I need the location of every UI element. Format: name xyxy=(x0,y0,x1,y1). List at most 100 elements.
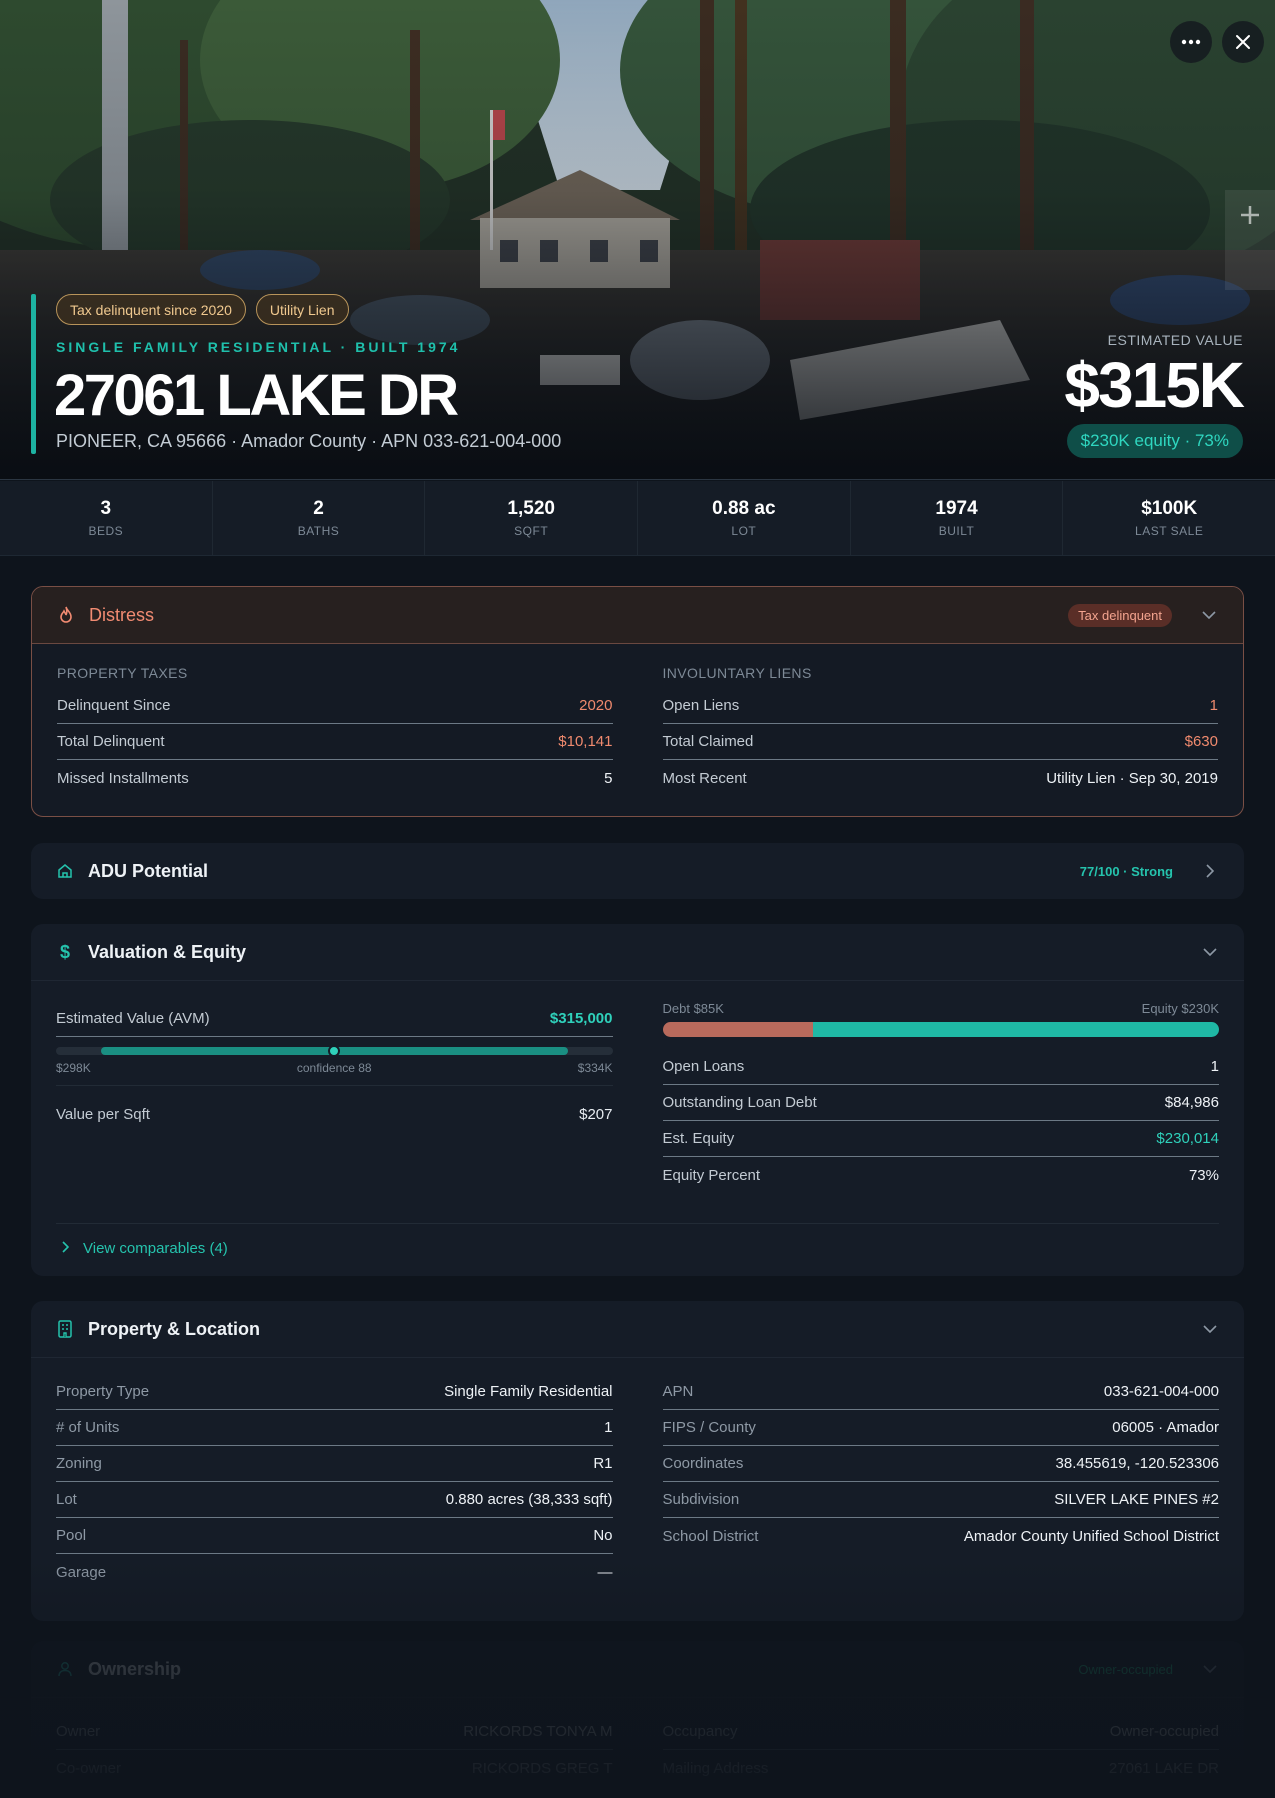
detail-row: Open Liens 1 xyxy=(662,688,1218,724)
more-options-button[interactable] xyxy=(1170,21,1212,63)
chip-tax-delinquent: Tax delinquent since 2020 xyxy=(56,294,246,325)
detail-row: Zoning R1 xyxy=(56,1446,613,1482)
detail-row: Delinquent Since 2020 xyxy=(57,688,613,724)
adu-potential-card[interactable]: ADU Potential 77/100 · Strong xyxy=(31,843,1244,899)
adu-card-header[interactable]: ADU Potential 77/100 · Strong xyxy=(31,843,1244,899)
detail-row: Owner RICKORDS TONYA M xyxy=(56,1714,613,1750)
detail-row: # of Units 1 xyxy=(56,1410,613,1446)
detail-row: Est. Equity $230,014 xyxy=(662,1121,1219,1157)
plus-icon xyxy=(1241,206,1259,224)
detail-row: APN 033-621-004-000 xyxy=(662,1374,1219,1410)
confidence-range-marker xyxy=(328,1045,341,1057)
detail-row: Property Type Single Family Residential xyxy=(56,1374,613,1410)
row-value: 0.880 acres (38,333 sqft) xyxy=(445,1491,613,1508)
ownership-card-header[interactable]: Ownership Owner-occupied xyxy=(31,1641,1244,1698)
distress-card-header[interactable]: Distress Tax delinquent xyxy=(32,587,1243,644)
row-key: Coordinates xyxy=(662,1455,744,1472)
detail-row: Total Claimed $630 xyxy=(662,724,1218,760)
detail-row: Co-owner RICKORDS GREG T xyxy=(56,1750,613,1786)
adu-title: ADU Potential xyxy=(88,860,209,881)
street-view-zoom-control[interactable] xyxy=(1225,190,1275,290)
valuation-equity-card: $ Valuation & Equity Estimated Value (AV… xyxy=(31,924,1244,1276)
row-value: 38.455619, -120.523306 xyxy=(1055,1455,1219,1472)
stat-lot: 0.88 ac LOT xyxy=(638,481,851,555)
row-key: Owner xyxy=(56,1723,101,1740)
close-button[interactable] xyxy=(1222,21,1264,63)
stats-bar: 3 BEDS 2 BATHS 1,520 SQFT 0.88 ac LOT 1974 BU… xyxy=(0,481,1275,556)
stat-label: BATHS xyxy=(297,524,340,538)
stat-value: 1,520 xyxy=(507,498,555,519)
row-value: $230,014 xyxy=(1156,1130,1219,1147)
accent-bar xyxy=(31,294,36,454)
home-icon xyxy=(56,862,74,880)
debt-equity-labels: Debt $85K Equity $230K xyxy=(663,1001,1220,1016)
estimated-value-block: ESTIMATED VALUE $315K $230K equity · 73% xyxy=(1064,332,1245,458)
debt-equity-bar xyxy=(662,1022,1219,1037)
detail-row: Open Loans 1 xyxy=(662,1049,1219,1085)
chevron-down-icon[interactable] xyxy=(1201,1660,1219,1678)
valuation-card-header[interactable]: $ Valuation & Equity xyxy=(31,924,1244,981)
avm-label: Estimated Value (AVM) xyxy=(56,1010,210,1027)
stat-label: BEDS xyxy=(88,524,124,538)
chevron-down-icon[interactable] xyxy=(1200,606,1218,624)
property-address: 27061 LAKE DR xyxy=(54,363,459,428)
row-value: 1 xyxy=(1209,697,1218,714)
row-value: Owner-occupied xyxy=(1109,1723,1219,1740)
equity-pill: $230K equity · 73% xyxy=(1066,424,1243,458)
stat-label: BUILT xyxy=(938,524,975,538)
detail-row: Subdivision SILVER LAKE PINES #2 xyxy=(662,1482,1219,1518)
property-card-header[interactable]: Property & Location xyxy=(31,1301,1244,1358)
detail-row: Pool No xyxy=(56,1518,613,1554)
row-key: Total Claimed xyxy=(662,733,754,750)
row-key: Garage xyxy=(56,1563,107,1581)
vps-label: Value per Sqft xyxy=(56,1105,150,1123)
property-eyebrow: SINGLE FAMILY RESIDENTIAL · BUILT 1974 xyxy=(56,339,461,355)
estimated-value: $315K xyxy=(1064,349,1245,421)
detail-row: Mailing Address 27061 LAKE DR xyxy=(663,1750,1220,1786)
chip-utility-lien: Utility Lien xyxy=(255,294,349,325)
estimated-value-label: ESTIMATED VALUE xyxy=(1107,332,1243,348)
view-comparables-link[interactable]: View comparables (4) xyxy=(56,1223,1219,1273)
more-horizontal-icon xyxy=(1181,39,1201,45)
stat-label: LAST SALE xyxy=(1135,524,1204,538)
row-key: # of Units xyxy=(56,1419,120,1436)
view-comparables-label: View comparables (4) xyxy=(83,1240,228,1257)
row-key: Missed Installments xyxy=(57,769,189,787)
detail-row: Occupancy Owner-occupied xyxy=(662,1714,1219,1750)
row-key: Pool xyxy=(56,1527,87,1544)
row-key: Occupancy xyxy=(662,1723,738,1740)
property-details-column: Property Type Single Family Residential #… xyxy=(56,1374,613,1590)
stat-last-sale: $100K LAST SALE xyxy=(1063,481,1275,555)
avm-value: $315,000 xyxy=(549,1010,613,1027)
stat-sqft: 1,520 SQFT xyxy=(425,481,639,555)
row-key: Mailing Address xyxy=(662,1759,769,1777)
equity-label: Equity $230K xyxy=(1141,1001,1219,1016)
row-key: Outstanding Loan Debt xyxy=(662,1094,817,1111)
chevron-down-icon[interactable] xyxy=(1201,943,1219,961)
chevron-right-icon xyxy=(62,1240,70,1257)
row-key: Property Type xyxy=(56,1383,150,1400)
property-title: Property & Location xyxy=(88,1318,261,1339)
row-value: R1 xyxy=(593,1455,613,1472)
vps-value: $207 xyxy=(579,1105,613,1123)
row-value: $84,986 xyxy=(1164,1094,1219,1111)
close-icon xyxy=(1236,35,1250,49)
chevron-down-icon[interactable] xyxy=(1201,1320,1219,1338)
chevron-right-icon[interactable] xyxy=(1201,862,1219,880)
detail-row: Most Recent Utility Lien · Sep 30, 2019 xyxy=(663,760,1219,796)
property-detail-panel: Tax delinquent since 2020 Utility Lien S… xyxy=(0,0,1275,1798)
row-value: 73% xyxy=(1188,1166,1219,1184)
row-value: Amador County Unified School District xyxy=(963,1527,1219,1545)
distress-badge: Tax delinquent xyxy=(1068,603,1172,627)
value-per-sqft-row: Value per Sqft $207 xyxy=(56,1086,613,1142)
debt-label: Debt $85K xyxy=(662,1001,724,1016)
ownership-card: Ownership Owner-occupied Owner RICKORDS T… xyxy=(31,1641,1244,1798)
zoom-in-button[interactable] xyxy=(1239,190,1261,240)
range-confidence: confidence 88 xyxy=(296,1061,372,1075)
row-value: Utility Lien · Sep 30, 2019 xyxy=(1046,769,1218,787)
row-value: Single Family Residential xyxy=(444,1383,613,1400)
avm-column: Estimated Value (AVM) $315,000 $298K con… xyxy=(56,1001,613,1193)
stat-value: 1974 xyxy=(935,498,978,519)
equity-segment xyxy=(812,1022,1219,1037)
detail-row: Equity Percent 73% xyxy=(663,1157,1220,1193)
